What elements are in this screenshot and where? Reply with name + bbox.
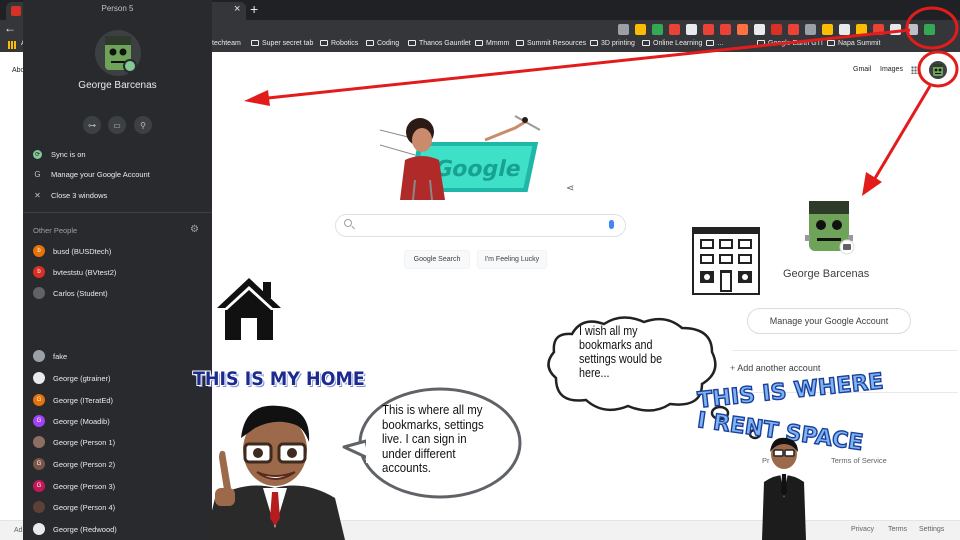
annotation-arrows [244,6,959,196]
